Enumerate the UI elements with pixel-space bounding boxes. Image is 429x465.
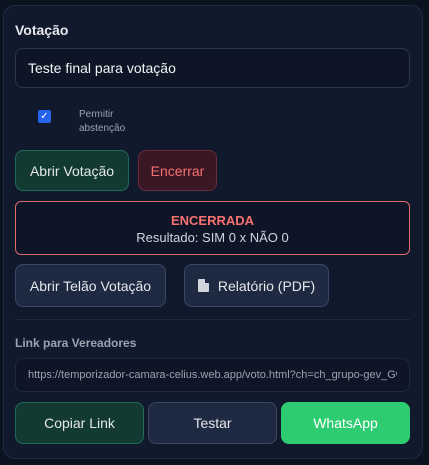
open-vote-button[interactable]: Abrir Votação [15, 150, 129, 191]
abstention-checkbox[interactable]: ✓ [38, 110, 51, 123]
document-icon [197, 279, 209, 292]
close-vote-button[interactable]: Encerrar [138, 150, 217, 191]
report-pdf-button[interactable]: Relatório (PDF) [184, 264, 329, 307]
voting-section-title: Votação [15, 22, 69, 38]
abstention-toggle[interactable]: ✓ [38, 108, 51, 123]
vote-title-input[interactable] [15, 48, 410, 88]
link-section-title: Link para Vereadores [15, 336, 137, 350]
section-divider [15, 319, 410, 320]
abstention-label: Permitir abstenção [79, 109, 126, 134]
test-link-button[interactable]: Testar [148, 402, 277, 444]
status-badge: ENCERRADA [170, 213, 255, 228]
vote-result-text: Resultado: SIM 0 x NÃO 0 [136, 230, 289, 245]
vote-status-box: ENCERRADA Resultado: SIM 0 x NÃO 0 [15, 201, 410, 255]
copy-link-button[interactable]: Copiar Link [15, 402, 144, 444]
open-vote-screen-button[interactable]: Abrir Telão Votação [15, 264, 166, 307]
whatsapp-share-button[interactable]: WhatsApp [281, 402, 410, 444]
report-pdf-label: Relatório (PDF) [217, 277, 316, 294]
vote-link-input[interactable] [15, 358, 410, 392]
